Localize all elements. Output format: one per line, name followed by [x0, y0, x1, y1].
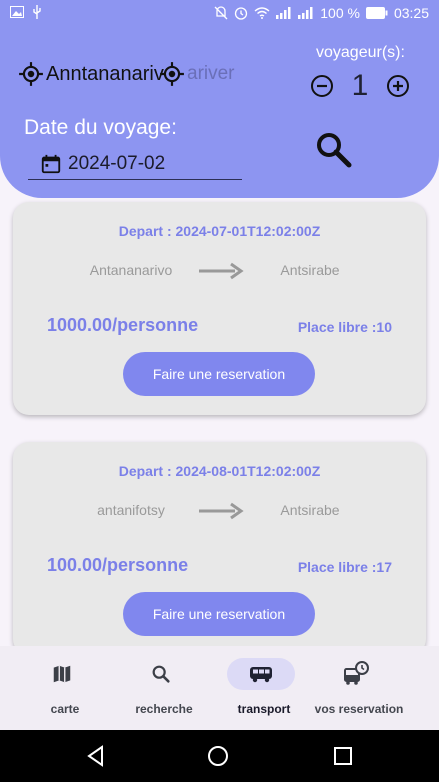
- back-icon[interactable]: [85, 745, 107, 767]
- arrow-right-icon: [199, 502, 244, 520]
- home-icon[interactable]: [207, 745, 229, 767]
- bottom-navigation: carte recherche transport vos reservatio…: [0, 646, 439, 730]
- arrow-right-icon: [199, 262, 244, 280]
- travellers-count: 1: [351, 69, 369, 102]
- signal-icon: [276, 7, 291, 19]
- nav-item-carte[interactable]: carte: [10, 646, 120, 730]
- battery-text: 100 %: [320, 5, 360, 21]
- departure-value: Anntananariv: [46, 62, 164, 85]
- nav-item-vos-reservation[interactable]: vos reservation: [304, 646, 414, 730]
- travellers-label: voyageur(s):: [316, 44, 405, 61]
- search-button[interactable]: [314, 130, 354, 170]
- mute-icon: [214, 6, 228, 20]
- date-field[interactable]: 2024-07-02: [28, 149, 242, 180]
- usb-icon: [33, 5, 41, 19]
- nav-icon-container: [28, 658, 96, 690]
- battery-icon: [365, 7, 388, 19]
- image-notification-icon: [10, 6, 24, 18]
- trip-price: 100.00/personne: [47, 555, 189, 575]
- nav-label: recherche: [135, 702, 193, 716]
- plus-circle-icon[interactable]: [386, 74, 410, 98]
- location-target-icon: [19, 62, 43, 86]
- wifi-icon: [254, 7, 270, 19]
- trip-price: 1000.00/personne: [47, 315, 199, 335]
- trip-list[interactable]: Depart : 2024-07-01T12:02:00Z Antananari…: [0, 198, 439, 646]
- bus-icon: [250, 667, 272, 683]
- departure-field[interactable]: Anntananariv: [18, 61, 164, 87]
- nav-icon-container: [322, 658, 390, 690]
- nav-label: carte: [50, 702, 80, 716]
- calendar-icon: [41, 154, 61, 174]
- nav-item-transport[interactable]: transport: [209, 646, 319, 730]
- reserve-button[interactable]: Faire une reservation: [123, 592, 315, 636]
- arrival-placeholder: ariver: [187, 63, 235, 84]
- seats-available: Place libre :10: [297, 319, 392, 335]
- departure-time: Depart : 2024-08-01T12:02:00Z: [118, 463, 321, 479]
- trip-card: Depart : 2024-07-01T12:02:00Z Antananari…: [13, 202, 426, 415]
- nav-item-recherche[interactable]: recherche: [109, 646, 219, 730]
- status-bar: 100 % 03:25: [0, 0, 439, 28]
- date-value: 2024-07-02: [68, 153, 166, 174]
- recents-icon[interactable]: [333, 746, 353, 766]
- clock-text: 03:25: [393, 5, 429, 21]
- system-navigation-bar: [0, 730, 439, 782]
- nav-icon-container: [127, 658, 195, 690]
- reserve-button[interactable]: Faire une reservation: [123, 352, 315, 396]
- minus-circle-icon[interactable]: [310, 74, 334, 98]
- arrival-field[interactable]: ariver: [159, 61, 235, 87]
- seats-available: Place libre :17: [297, 559, 392, 575]
- trip-card: Depart : 2024-08-01T12:02:00Z antanifots…: [13, 442, 426, 646]
- location-target-icon: [160, 62, 184, 86]
- bus-clock-icon: [344, 661, 369, 685]
- trip-origin: Antananarivo: [89, 262, 173, 278]
- signal-icon-2: [298, 7, 313, 19]
- nav-label: vos reservation: [314, 702, 404, 716]
- trip-destination: Antsirabe: [280, 502, 340, 518]
- trip-destination: Antsirabe: [280, 262, 340, 278]
- nav-label: transport: [237, 702, 291, 716]
- map-icon: [53, 665, 71, 683]
- trip-origin: antanifotsy: [97, 502, 165, 518]
- date-label: Date du voyage:: [24, 116, 177, 139]
- nav-icon-container: [227, 658, 295, 690]
- search-icon: [152, 665, 170, 683]
- alarm-icon: [235, 7, 248, 20]
- travellers-stepper: 1: [310, 69, 410, 102]
- departure-time: Depart : 2024-07-01T12:02:00Z: [118, 223, 321, 239]
